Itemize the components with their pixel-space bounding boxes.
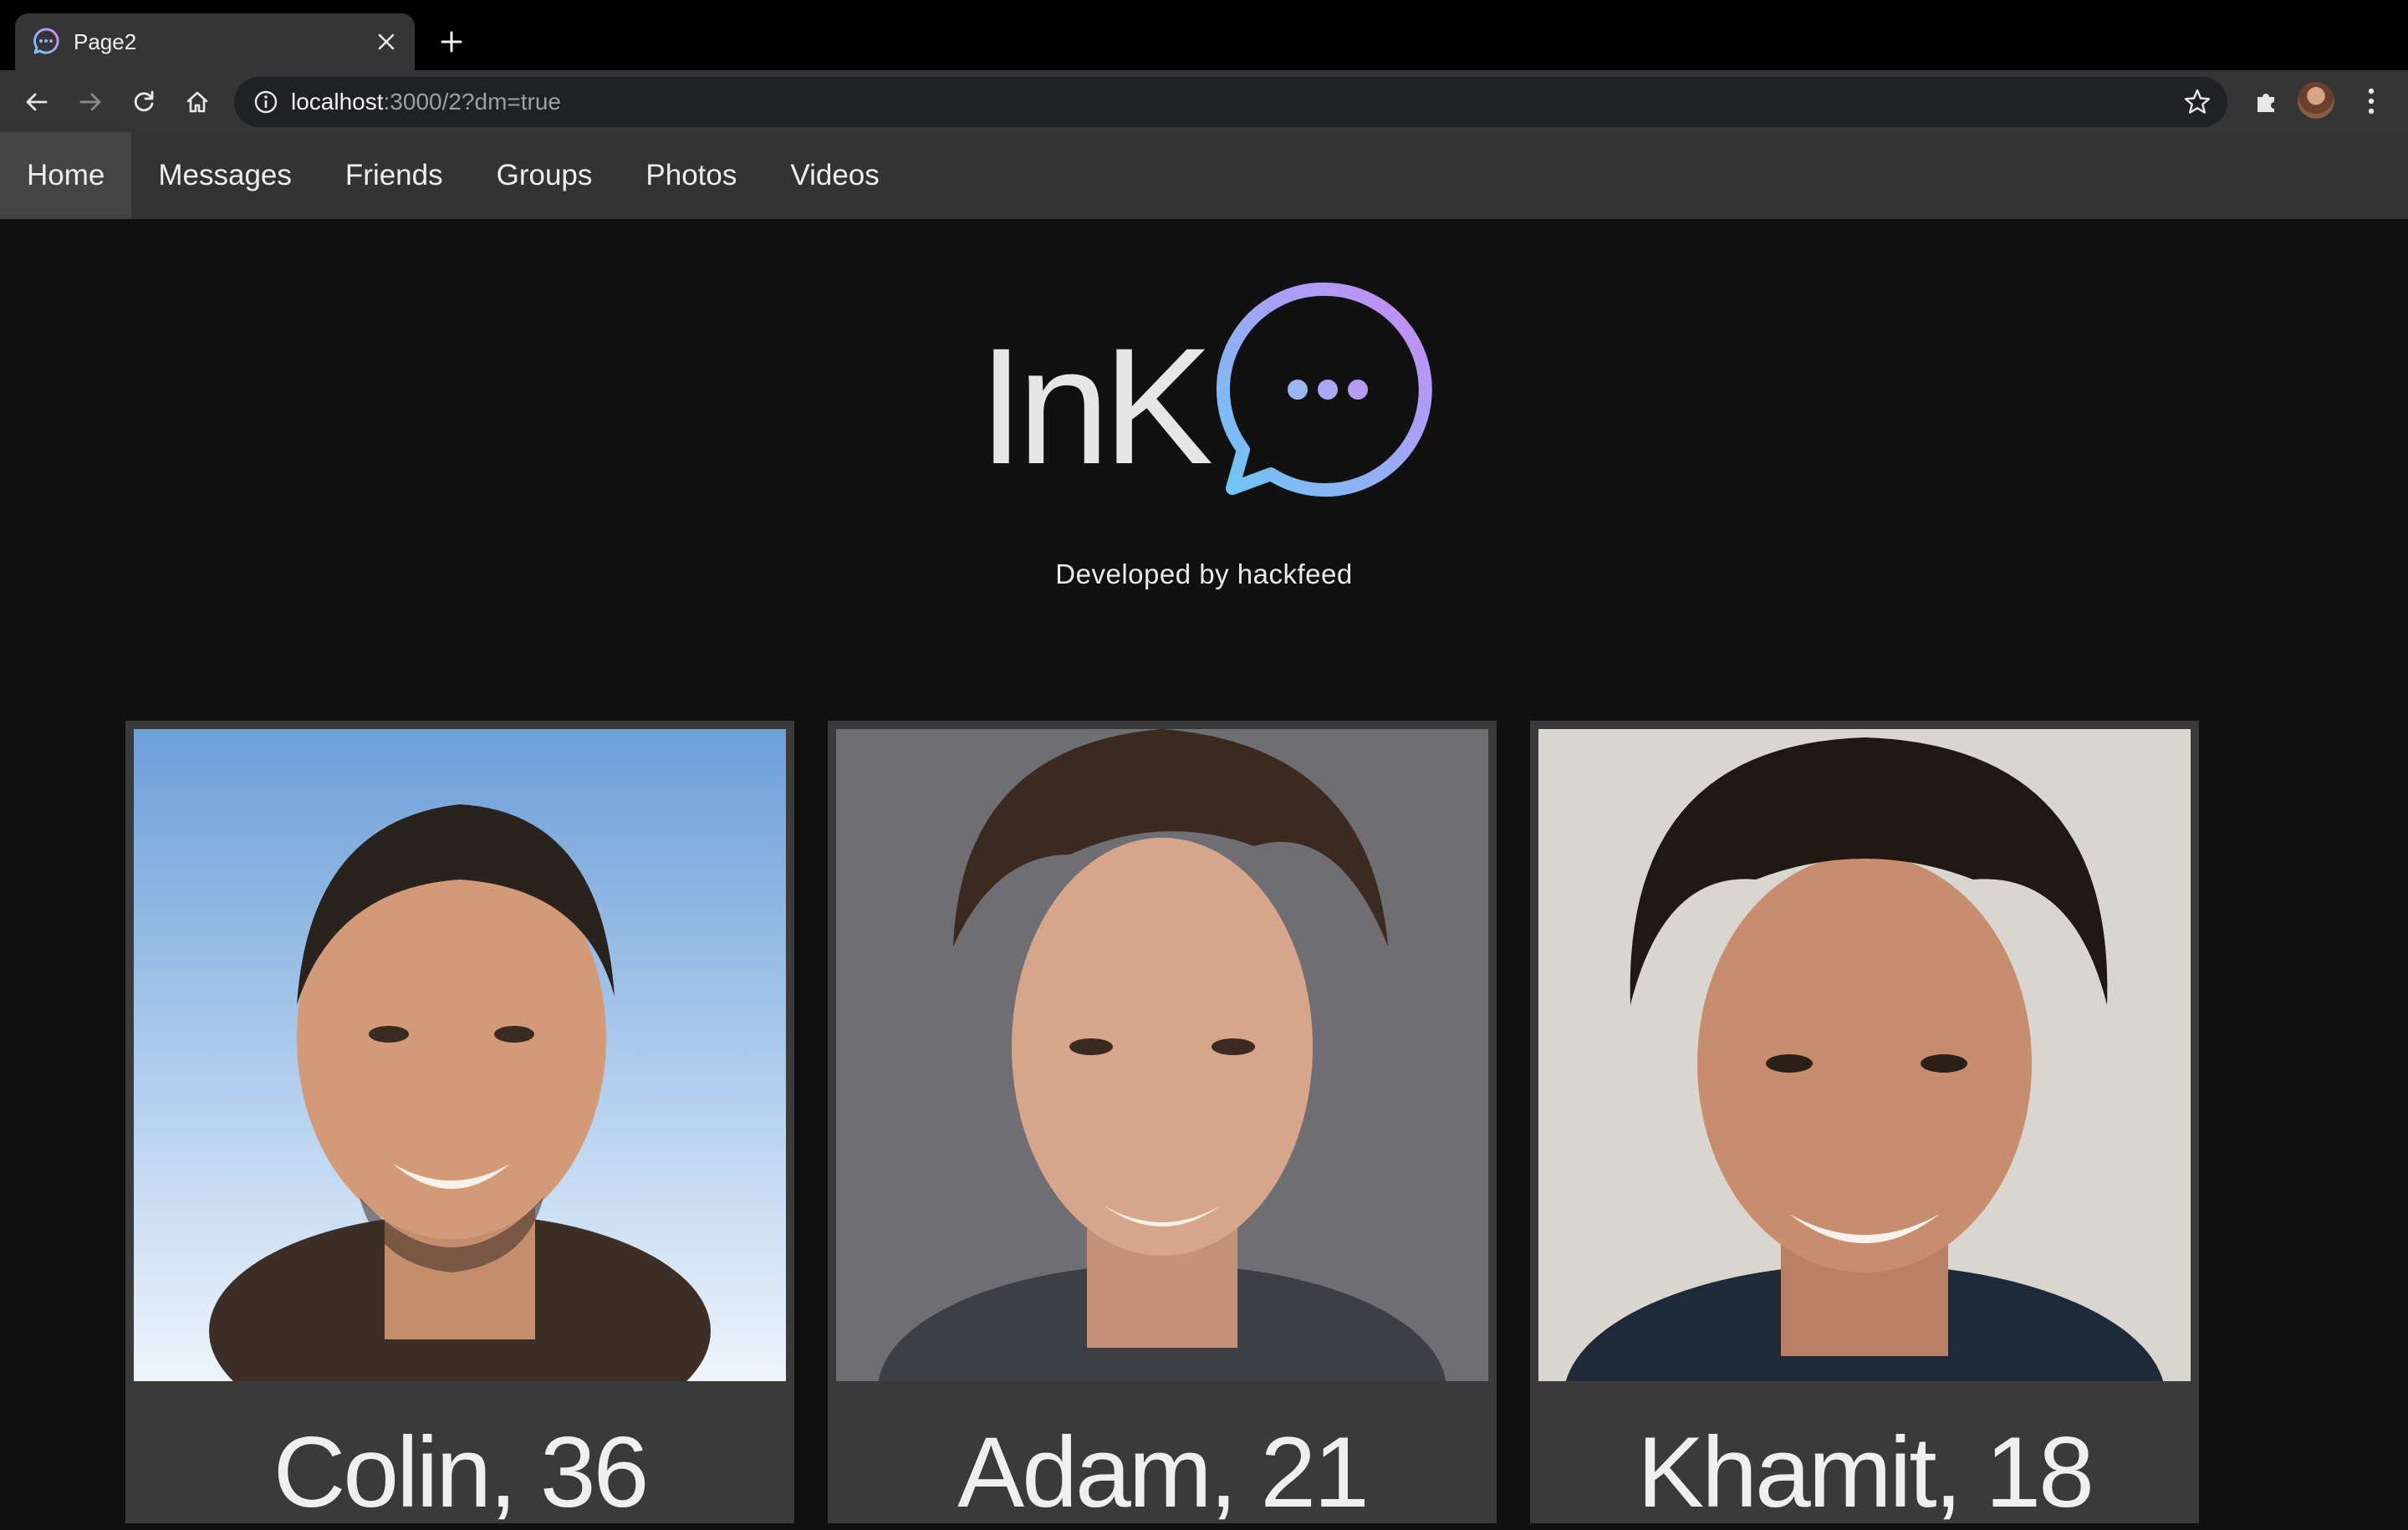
brand-name: InK [978,314,1213,498]
chat-bubble-icon [1206,273,1448,515]
profile-card[interactable]: Colin, 36 [125,721,794,1528]
profile-card[interactable]: Khamit, 18 [1530,721,2199,1528]
url-text: localhost:3000/2?dm=true [291,77,561,127]
info-icon[interactable] [253,89,279,115]
url-path: :3000/2?dm=true [383,89,562,115]
browser-tab[interactable]: Page2 [15,13,415,70]
profile-photo [134,729,786,1381]
browser-tab-strip: Page2 [0,0,2408,70]
tab-title: Page2 [74,29,137,54]
tagline: Developed by hackfeed [1055,558,1353,589]
nav-item-videos[interactable]: Videos [763,132,906,219]
nav-item-friends[interactable]: Friends [319,132,470,219]
browser-toolbar: localhost:3000/2?dm=true [0,70,2408,132]
url-host: localhost [291,89,384,115]
back-arrow-icon[interactable] [18,84,55,120]
close-icon[interactable] [373,28,400,55]
brand-logo: InK [970,273,1455,507]
forward-arrow-icon[interactable] [72,84,109,120]
kebab-menu-icon[interactable] [2356,82,2386,120]
site-nav: Home Messages Friends Groups Photos Vide… [0,132,2408,219]
extensions-puzzle-icon[interactable] [2247,82,2286,120]
bookmark-star-icon[interactable] [2182,87,2212,117]
page-content: Home Messages Friends Groups Photos Vide… [0,132,2408,1528]
profile-avatar[interactable] [2298,82,2334,119]
chat-bubble-icon [32,27,60,55]
profile-name: Colin, 36 [273,1416,650,1528]
profile-name: Khamit, 18 [1637,1416,2094,1528]
nav-item-groups[interactable]: Groups [470,132,620,219]
nav-item-photos[interactable]: Photos [619,132,763,219]
profile-photo [1538,729,2191,1381]
new-tab-plus-icon[interactable] [435,25,468,59]
profile-name: Adam, 21 [957,1416,1370,1528]
nav-item-messages[interactable]: Messages [131,132,319,219]
profile-card[interactable]: Adam, 21 [828,721,1497,1528]
address-bar[interactable]: localhost:3000/2?dm=true [234,77,2227,127]
nav-item-home[interactable]: Home [0,132,132,219]
profile-photo [836,729,1488,1381]
reload-icon[interactable] [125,84,162,120]
home-icon[interactable] [179,84,216,120]
